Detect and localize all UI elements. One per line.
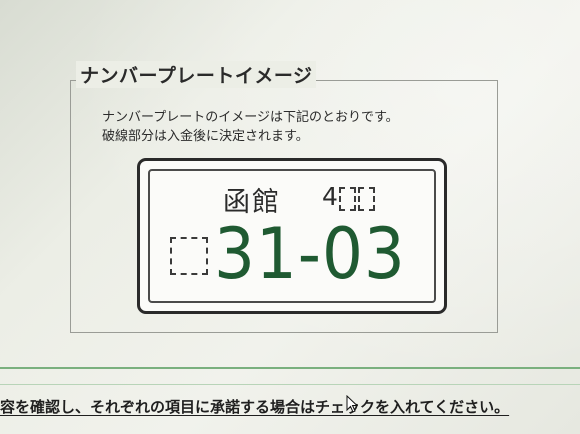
mouse-pointer-icon [346, 395, 358, 413]
consent-instruction: 容を確認し、それぞれの項目に承諾する場合はチェックを入れてください。 [0, 398, 510, 416]
section-divider [0, 367, 580, 369]
class-placeholder-box [358, 187, 375, 211]
plate-number: 31-03 [214, 213, 406, 295]
section-divider-light [0, 384, 580, 385]
description-line-1: ナンバープレートのイメージは下記のとおりです。 [102, 110, 399, 125]
section-legend: ナンバープレートイメージ [76, 61, 317, 88]
description-line-2: 破線部分は入金後に決定されます。 [102, 129, 309, 144]
plate-class-digit: 4 [322, 182, 338, 211]
hiragana-placeholder-box [170, 237, 208, 275]
class-placeholder-box [339, 187, 356, 211]
